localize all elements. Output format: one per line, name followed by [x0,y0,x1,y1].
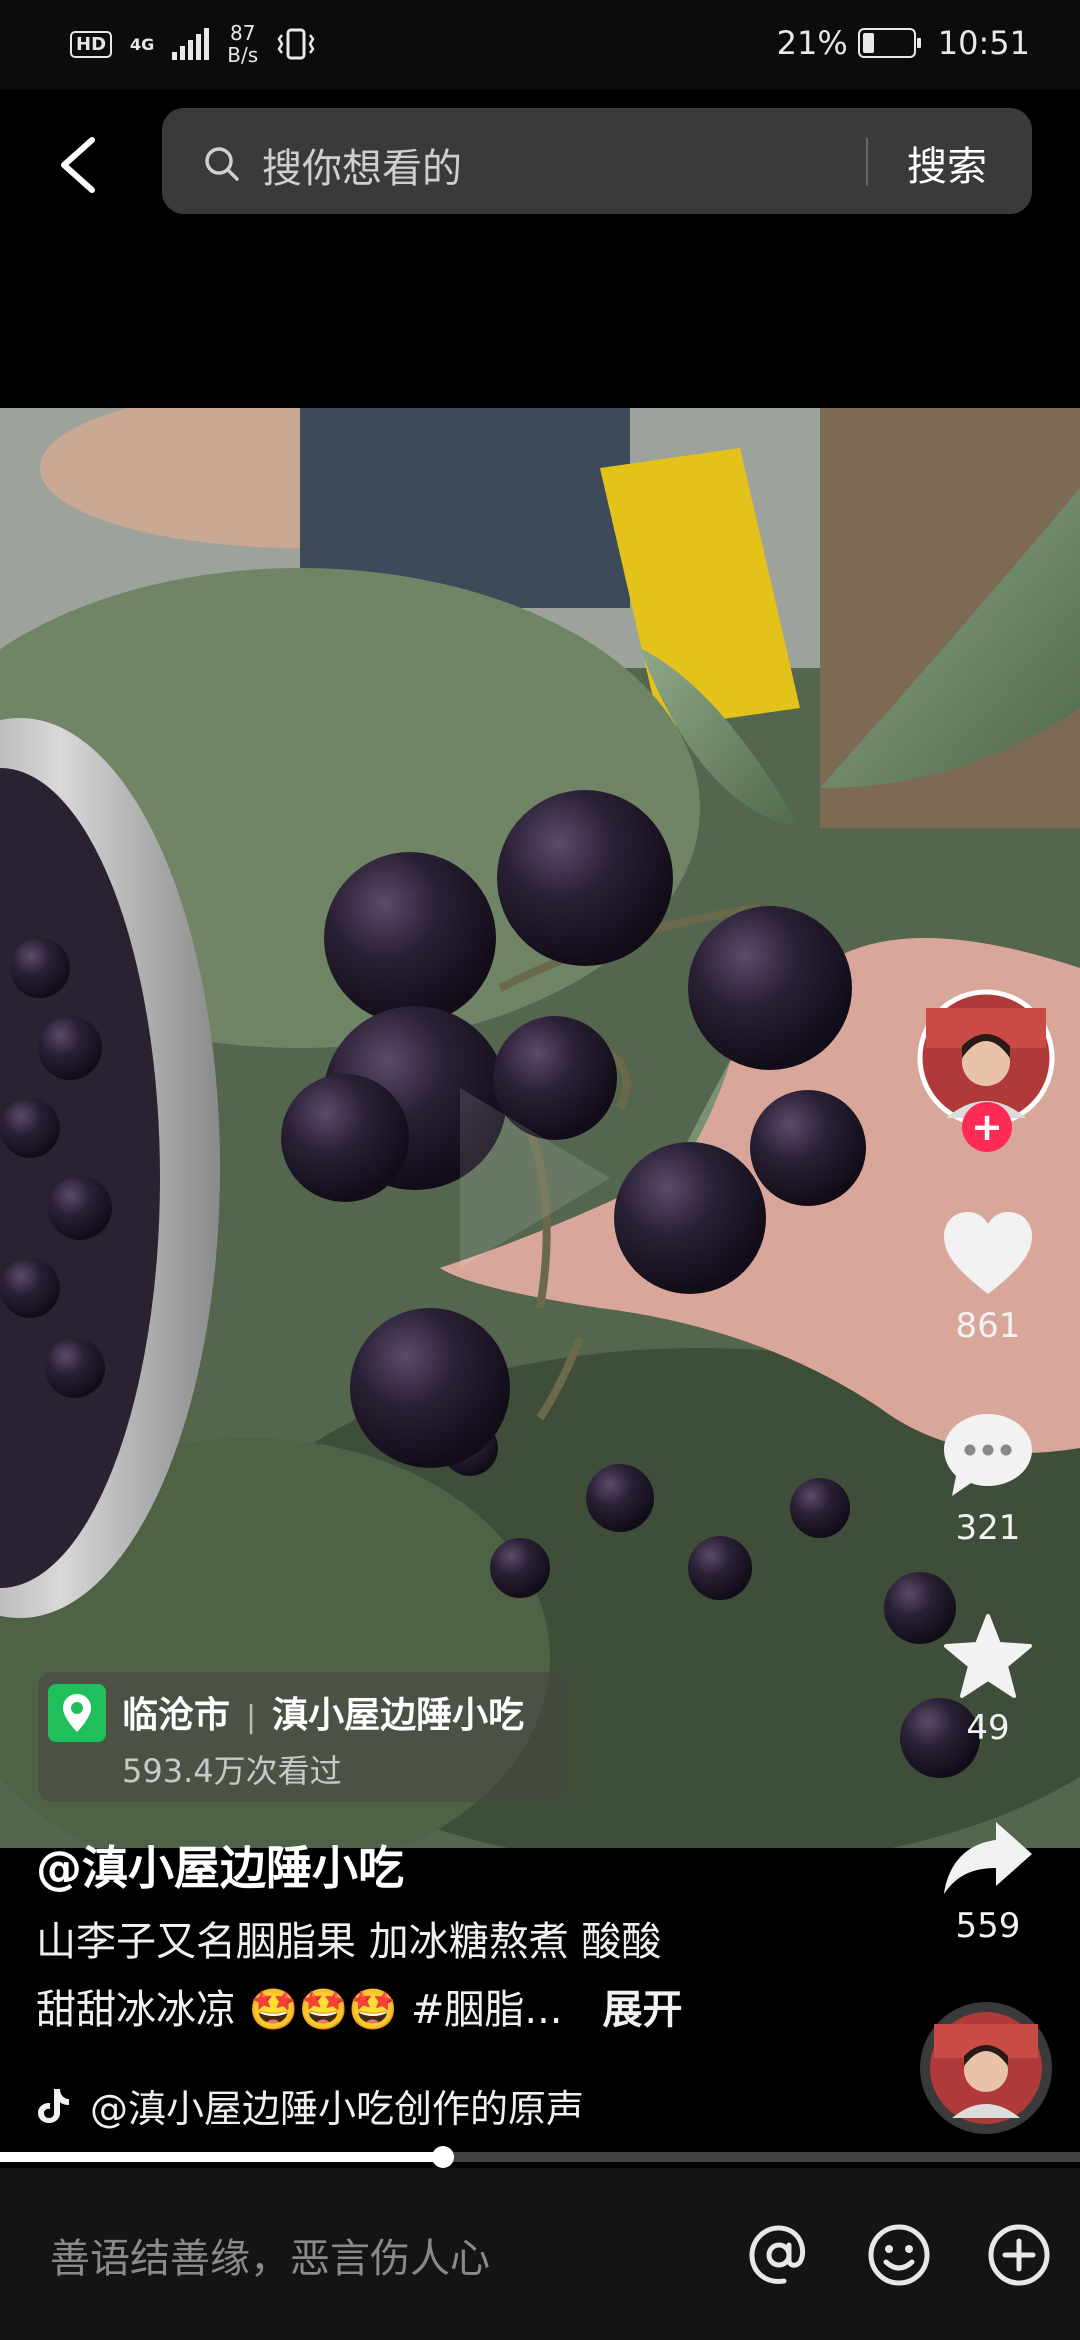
author-name[interactable]: @滇小屋边陲小吃 [36,1832,404,1898]
music-disc[interactable] [918,2000,1054,2136]
search-icon [205,147,239,181]
search-button[interactable]: 搜索 [907,134,987,192]
comment-input[interactable]: 善语结善缘，恶言伤人心 [50,2226,490,2284]
share-arrow-icon [944,1822,1032,1894]
like-button[interactable]: 861 [918,1208,1058,1346]
star-icon [944,1614,1032,1698]
battery-icon [857,28,921,58]
location-pin-icon [48,1684,106,1742]
hd-badge: HD [70,30,113,58]
network-speed: 87 B/s [227,21,259,67]
favorite-button[interactable]: 49 [918,1612,1058,1748]
vibrate-icon [277,28,315,60]
view-count: 593.4万次看过 [122,1752,342,1790]
caption-line-1: 山李子又名胭脂果 加冰糖熬煮 酸酸 [36,1919,662,1965]
search-input[interactable]: 搜你想看的 [262,136,462,194]
music-disc-avatar[interactable] [918,2000,1054,2136]
tiktok-note-icon [38,2088,69,2123]
progress-fill [0,2152,443,2162]
comment-button[interactable]: 321 [918,1408,1058,1548]
location-card[interactable]: 临沧市 | 滇小屋边陲小吃 593.4万次看过 [38,1672,564,1802]
video-caption: 山李子又名胭脂果 加冰糖熬煮 酸酸 甜甜冰冰凉 🤩🤩🤩 #胭脂... 展开 [36,1908,796,2044]
location-title: 临沧市 | 滇小屋边陲小吃 [122,1695,525,1736]
music-info[interactable]: @滇小屋边陲小吃创作的原声 [36,2078,584,2133]
search-divider [866,138,868,186]
mention-at-icon[interactable] [746,2222,812,2288]
location-city: 临沧市 [122,1695,231,1736]
favorite-count: 49 [966,1708,1010,1748]
follow-plus-icon[interactable]: + [962,1102,1012,1152]
status-left: HD 4G 87 B/s [70,22,316,66]
comment-icon [944,1414,1032,1496]
back-arrow-icon[interactable] [50,130,110,200]
share-button[interactable]: 559 [918,1818,1058,1946]
caption-line-2: 甜甜冰冰凉 🤩🤩🤩 #胭脂... [36,1987,563,2033]
signal-icon [172,28,210,60]
status-bar: HD 4G 87 B/s 21% 10:51 [0,0,1080,90]
location-place: 滇小屋边陲小吃 [272,1695,525,1736]
search-bar[interactable]: 搜你想看的 搜索 [162,108,1032,214]
status-right: 21% 10:51 [777,24,1030,62]
clock: 10:51 [937,24,1030,62]
like-count: 861 [955,1306,1021,1346]
comment-count: 321 [955,1508,1021,1548]
share-count: 559 [955,1906,1021,1946]
emoji-icon[interactable] [866,2222,932,2288]
music-title: @滇小屋边陲小吃创作的原声 [90,2087,585,2131]
add-plus-icon[interactable] [986,2222,1052,2288]
battery-percent: 21% [776,24,848,62]
network-type: 4G [130,34,155,54]
expand-caption-button[interactable]: 展开 [603,1987,683,2033]
heart-icon [944,1212,1032,1294]
progress-handle[interactable] [431,2146,454,2168]
